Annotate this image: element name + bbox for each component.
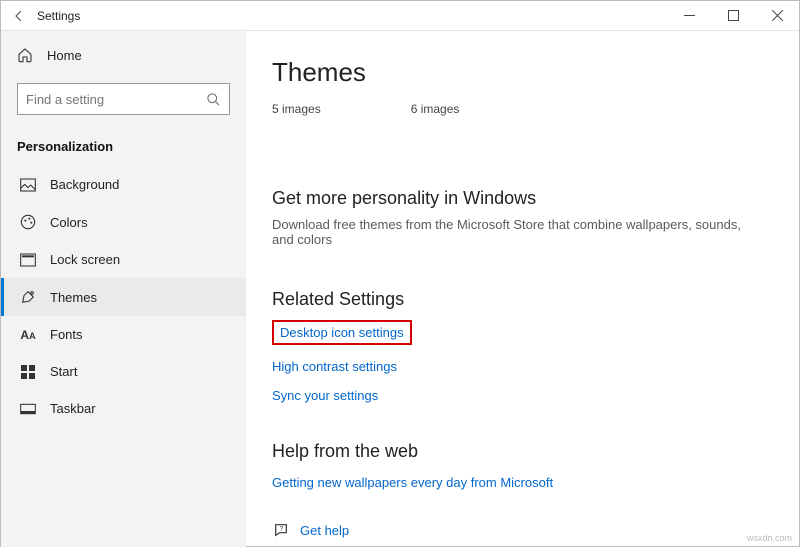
sidebar-item-label: Lock screen: [50, 252, 120, 267]
maximize-button[interactable]: [711, 1, 755, 31]
sidebar-item-background[interactable]: Background: [1, 166, 246, 203]
theme-image-counts: 5 images 6 images: [272, 102, 799, 116]
sidebar-item-lock-screen[interactable]: Lock screen: [1, 241, 246, 278]
related-heading: Related Settings: [272, 289, 799, 310]
link-help-wallpapers[interactable]: Getting new wallpapers every day from Mi…: [272, 475, 553, 490]
get-help-icon: ?: [272, 522, 290, 538]
page-title: Themes: [272, 57, 799, 88]
link-sync-settings[interactable]: Sync your settings: [272, 388, 799, 403]
category-label: Personalization: [1, 131, 246, 166]
settings-window: Settings Home: [0, 0, 800, 547]
sidebar-item-label: Colors: [50, 215, 88, 230]
sidebar-item-fonts[interactable]: AA Fonts: [1, 316, 246, 353]
main-content: Themes 5 images 6 images Get more person…: [246, 31, 799, 547]
sidebar-item-label: Start: [50, 364, 77, 379]
sidebar: Home Personalization Background Colors: [1, 31, 246, 547]
sidebar-item-colors[interactable]: Colors: [1, 203, 246, 241]
window-title: Settings: [37, 9, 80, 23]
close-button[interactable]: [755, 1, 799, 31]
image-count-left: 5 images: [272, 102, 321, 116]
maximize-icon: [728, 10, 739, 21]
back-arrow-icon: [12, 9, 26, 23]
fonts-icon: AA: [20, 328, 36, 342]
sidebar-item-taskbar[interactable]: Taskbar: [1, 390, 246, 427]
taskbar-icon: [20, 403, 36, 415]
themes-icon: [20, 289, 36, 305]
image-count-right: 6 images: [411, 102, 460, 116]
home-label: Home: [47, 48, 82, 63]
search-input[interactable]: [26, 92, 196, 107]
link-high-contrast-settings[interactable]: High contrast settings: [272, 359, 799, 374]
watermark: wsxdn.com: [747, 533, 792, 543]
minimize-icon: [684, 10, 695, 21]
colors-icon: [20, 214, 36, 230]
help-heading: Help from the web: [272, 441, 799, 462]
search-icon: [206, 92, 221, 107]
sidebar-item-start[interactable]: Start: [1, 353, 246, 390]
svg-text:?: ?: [280, 526, 284, 533]
close-icon: [772, 10, 783, 21]
back-button[interactable]: [1, 9, 37, 23]
sidebar-item-themes[interactable]: Themes: [1, 278, 246, 316]
search-box[interactable]: [17, 83, 230, 115]
background-icon: [20, 178, 36, 192]
personality-heading: Get more personality in Windows: [272, 188, 799, 209]
home-icon: [17, 47, 33, 63]
lock-screen-icon: [20, 253, 36, 267]
link-desktop-icon-settings[interactable]: Desktop icon settings: [272, 320, 412, 345]
titlebar: Settings: [1, 1, 799, 31]
sidebar-item-label: Taskbar: [50, 401, 96, 416]
sidebar-item-label: Fonts: [50, 327, 83, 342]
link-get-help[interactable]: Get help: [300, 523, 349, 538]
sidebar-item-label: Themes: [50, 290, 97, 305]
home-nav[interactable]: Home: [1, 37, 246, 73]
minimize-button[interactable]: [667, 1, 711, 31]
sidebar-item-label: Background: [50, 177, 119, 192]
personality-sub: Download free themes from the Microsoft …: [272, 217, 742, 247]
start-icon: [20, 365, 36, 379]
